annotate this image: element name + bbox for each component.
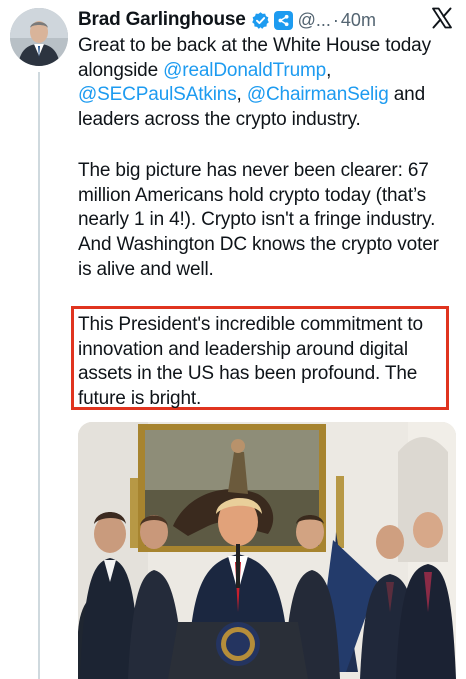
ripple-affiliate-icon[interactable]	[273, 10, 293, 30]
tweet-body: Great to be back at the White House toda…	[78, 34, 456, 282]
author-handle[interactable]: @...	[298, 10, 331, 31]
text-segment: ,	[326, 59, 332, 81]
thread-line	[38, 72, 40, 679]
avatar[interactable]	[10, 8, 68, 66]
text-segment: ,	[236, 84, 247, 106]
tweet-paragraph-3: This President's incredible commitment t…	[78, 314, 423, 410]
tweet-time[interactable]: 40m	[341, 10, 376, 31]
avatar-image	[10, 8, 68, 66]
x-logo-icon	[430, 6, 454, 30]
tweet-paragraph-2: The big picture has never been clearer: …	[78, 159, 439, 280]
mention-link[interactable]: @ChairmanSelig	[247, 84, 389, 105]
white-house-event-image	[78, 422, 456, 679]
tweet-photo[interactable]	[78, 422, 456, 679]
tweet-header: Brad Garlinghouse @... · 40m	[78, 6, 456, 34]
tweet-paragraph-1: Great to be back at the White House toda…	[78, 34, 456, 133]
mention-link[interactable]: @SECPaulSAtkins	[78, 84, 237, 105]
author-name[interactable]: Brad Garlinghouse	[78, 9, 246, 31]
separator-dot: ·	[332, 9, 339, 30]
verified-badge-icon	[251, 11, 270, 30]
mention-link[interactable]: @realDonaldTrump	[163, 60, 326, 81]
